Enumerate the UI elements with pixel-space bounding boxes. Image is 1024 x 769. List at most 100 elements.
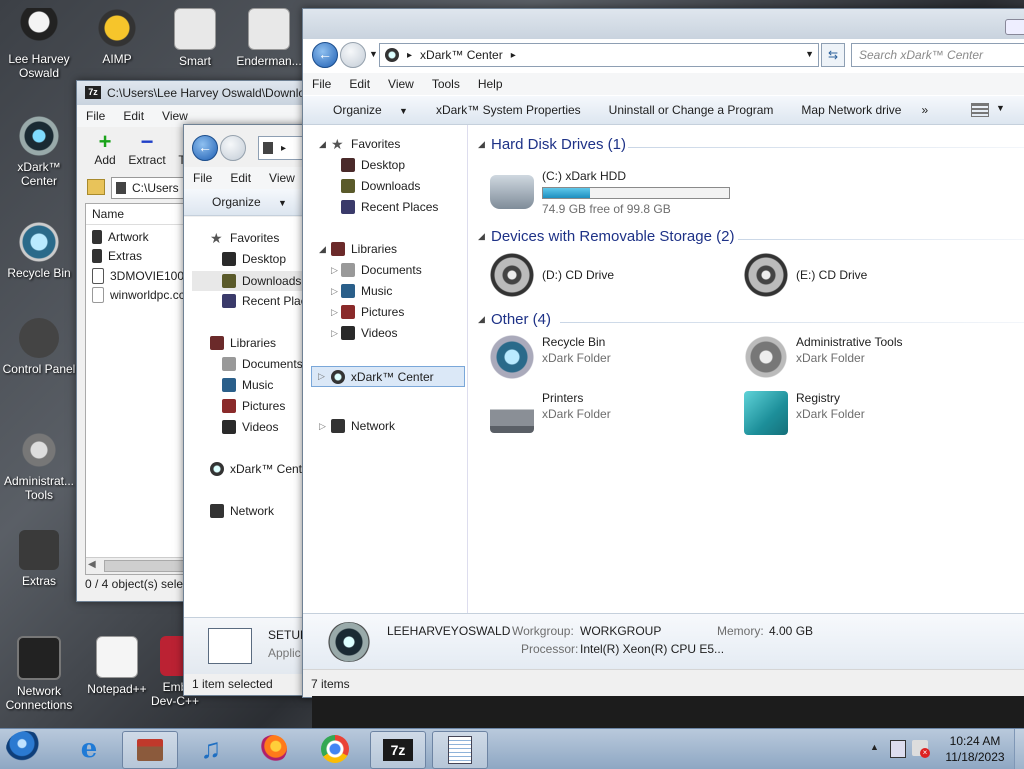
more-commands-button[interactable]: » <box>915 103 934 117</box>
expand-arrow-icon[interactable]: ◢ <box>319 139 326 150</box>
system-properties-button[interactable]: xDark™ System Properties <box>422 103 595 117</box>
sevenzip-titlebar[interactable]: 7z C:\Users\Lee Harvey Oswald\Downlo <box>77 81 307 105</box>
taskbar-chrome[interactable] <box>308 731 362 767</box>
section-other[interactable]: Other (4) <box>491 311 551 328</box>
taskbar-store[interactable] <box>122 731 178 769</box>
tree-pictures[interactable]: Pictures <box>222 399 285 413</box>
tree-libraries[interactable]: Libraries <box>210 336 276 350</box>
desktop-icon-recycle-bin[interactable]: Recycle Bin <box>2 222 76 280</box>
section-collapse-icon[interactable]: ◢ <box>478 314 485 325</box>
tree-downloads[interactable]: Downloads <box>341 179 420 193</box>
collapse-arrow-icon[interactable]: ▷ <box>331 307 338 318</box>
add-button[interactable]: + Add <box>85 131 125 168</box>
explorer2-menu-edit[interactable]: Edit <box>221 171 260 185</box>
section-collapse-icon[interactable]: ◢ <box>478 231 485 242</box>
tree-favorites[interactable]: ★ Favorites <box>331 137 400 151</box>
drive-c[interactable]: (C:) xDark HDD 74.9 GB free of 99.8 GB <box>490 169 750 219</box>
section-hard-disk-drives[interactable]: Hard Disk Drives (1) <box>491 136 626 153</box>
tree-network[interactable]: Network <box>331 419 395 433</box>
back-button[interactable]: ← <box>192 135 218 161</box>
forward-button[interactable] <box>340 42 366 68</box>
tree-documents[interactable]: Documents <box>341 263 422 277</box>
taskbar-notepad[interactable] <box>432 731 488 769</box>
view-options-icon[interactable] <box>971 103 989 117</box>
collapse-arrow-icon[interactable]: ▷ <box>318 371 325 382</box>
tree-desktop[interactable]: Desktop <box>222 252 286 266</box>
sevenzip-menu-view[interactable]: View <box>153 109 197 123</box>
tree-xdark-center[interactable]: ▷ xDark™ Center <box>311 366 465 387</box>
section-removable-storage[interactable]: Devices with Removable Storage (2) <box>491 228 734 245</box>
tree-pictures[interactable]: Pictures <box>341 305 404 319</box>
collapse-arrow-icon[interactable]: ▷ <box>331 286 338 297</box>
extract-button[interactable]: − Extract <box>125 131 169 168</box>
tree-videos[interactable]: Videos <box>341 326 397 340</box>
taskbar-firefox[interactable] <box>246 731 300 767</box>
back-button[interactable]: ← <box>312 42 338 68</box>
main-content-pane[interactable]: ◢ Hard Disk Drives (1) (C:) xDark HDD 74… <box>468 125 1024 615</box>
list-item[interactable]: Extras <box>92 249 142 263</box>
desktop-icon-control-panel[interactable]: Control Panel <box>2 318 76 376</box>
main-address-bar[interactable]: ▸ xDark™ Center ▸ ▼ <box>379 43 819 67</box>
search-input[interactable]: Search xDark™ Center <box>851 43 1024 67</box>
taskbar-7zip[interactable]: 7z <box>370 731 426 769</box>
tree-libraries[interactable]: Libraries <box>331 242 397 256</box>
tree-recent-places[interactable]: Recent Places <box>341 200 438 214</box>
list-item[interactable]: winworldpc.cc <box>92 287 185 303</box>
taskbar-music[interactable]: ♫ <box>184 731 238 767</box>
collapse-arrow-icon[interactable]: ▷ <box>331 265 338 276</box>
tree-network[interactable]: Network <box>210 504 274 518</box>
desktop-icon-notepadpp[interactable]: Notepad++ <box>80 636 154 696</box>
xdark-center-window[interactable]: ← ▼ ▸ xDark™ Center ▸ ▼ ⇆ Search xDark™ … <box>302 8 1024 698</box>
tree-downloads[interactable]: Downloads <box>192 271 314 291</box>
desktop-icon-xdark-center[interactable]: xDark™ Center <box>2 116 76 188</box>
tree-music[interactable]: Music <box>341 284 392 298</box>
window-control-button[interactable] <box>1005 19 1024 35</box>
folder-up-icon[interactable] <box>87 179 105 195</box>
scrollbar-thumb[interactable] <box>104 560 186 572</box>
expand-arrow-icon[interactable]: ◢ <box>319 244 326 255</box>
drive-d[interactable]: (D:) CD Drive <box>490 253 690 303</box>
tree-music[interactable]: Music <box>222 378 273 392</box>
main-menu-tools[interactable]: Tools <box>423 77 469 91</box>
breadcrumb[interactable]: xDark™ Center <box>420 48 503 62</box>
tree-favorites[interactable]: ★ Favorites <box>210 231 279 245</box>
registry-item[interactable]: Registry xDark Folder <box>744 391 964 439</box>
printers-item[interactable]: Printers xDark Folder <box>490 391 710 439</box>
section-collapse-icon[interactable]: ◢ <box>478 139 485 150</box>
collapse-arrow-icon[interactable]: ▷ <box>319 421 326 432</box>
refresh-button[interactable]: ⇆ <box>821 43 845 67</box>
tree-documents[interactable]: Documents <box>222 357 303 371</box>
view-options-dropdown-icon[interactable]: ▼ <box>996 103 1005 113</box>
drive-e[interactable]: (E:) CD Drive <box>744 253 944 303</box>
recycle-bin-item[interactable]: Recycle Bin xDark Folder <box>490 335 710 383</box>
collapse-arrow-icon[interactable]: ▷ <box>331 328 338 339</box>
list-item[interactable]: Artwork <box>92 230 149 244</box>
main-menu-edit[interactable]: Edit <box>340 77 379 91</box>
address-dropdown-icon[interactable]: ▼ <box>805 49 814 59</box>
list-item[interactable]: 3DMOVIE100.i <box>92 268 190 284</box>
main-menu-view[interactable]: View <box>379 77 423 91</box>
desktop-icon-enderman[interactable]: Enderman... <box>232 8 306 68</box>
explorer2-menu-file[interactable]: File <box>184 171 221 185</box>
show-desktop-button[interactable] <box>1014 729 1024 769</box>
taskbar-internet-explorer[interactable]: e <box>62 731 116 767</box>
explorer2-menu-view[interactable]: View <box>260 171 304 185</box>
forward-button[interactable] <box>220 135 246 161</box>
tree-recent-places[interactable]: Recent Plac <box>222 294 307 308</box>
sevenzip-menu-edit[interactable]: Edit <box>114 109 153 123</box>
sevenzip-menu-file[interactable]: File <box>77 109 114 123</box>
desktop-icon-extras[interactable]: Extras <box>2 530 76 588</box>
recent-pages-dropdown-icon[interactable]: ▼ <box>369 49 378 59</box>
desktop-icon-user[interactable]: Lee Harvey Oswald <box>2 8 76 80</box>
desktop-icon-network-connections[interactable]: Network Connections <box>2 636 76 712</box>
tree-xdark-center[interactable]: xDark™ Cente <box>210 462 309 476</box>
desktop-icon-aimp[interactable]: AIMP <box>80 8 154 66</box>
uninstall-program-button[interactable]: Uninstall or Change a Program <box>595 103 788 117</box>
taskbar-clock[interactable]: 10:24 AM 11/18/2023 <box>940 733 1010 765</box>
map-network-drive-button[interactable]: Map Network drive <box>787 103 915 117</box>
administrative-tools-item[interactable]: Administrative Tools xDark Folder <box>744 335 1004 383</box>
main-menu-file[interactable]: File <box>303 77 340 91</box>
tree-videos[interactable]: Videos <box>222 420 278 434</box>
show-hidden-icons-icon[interactable]: ▲ <box>870 742 879 752</box>
tree-desktop[interactable]: Desktop <box>341 158 405 172</box>
